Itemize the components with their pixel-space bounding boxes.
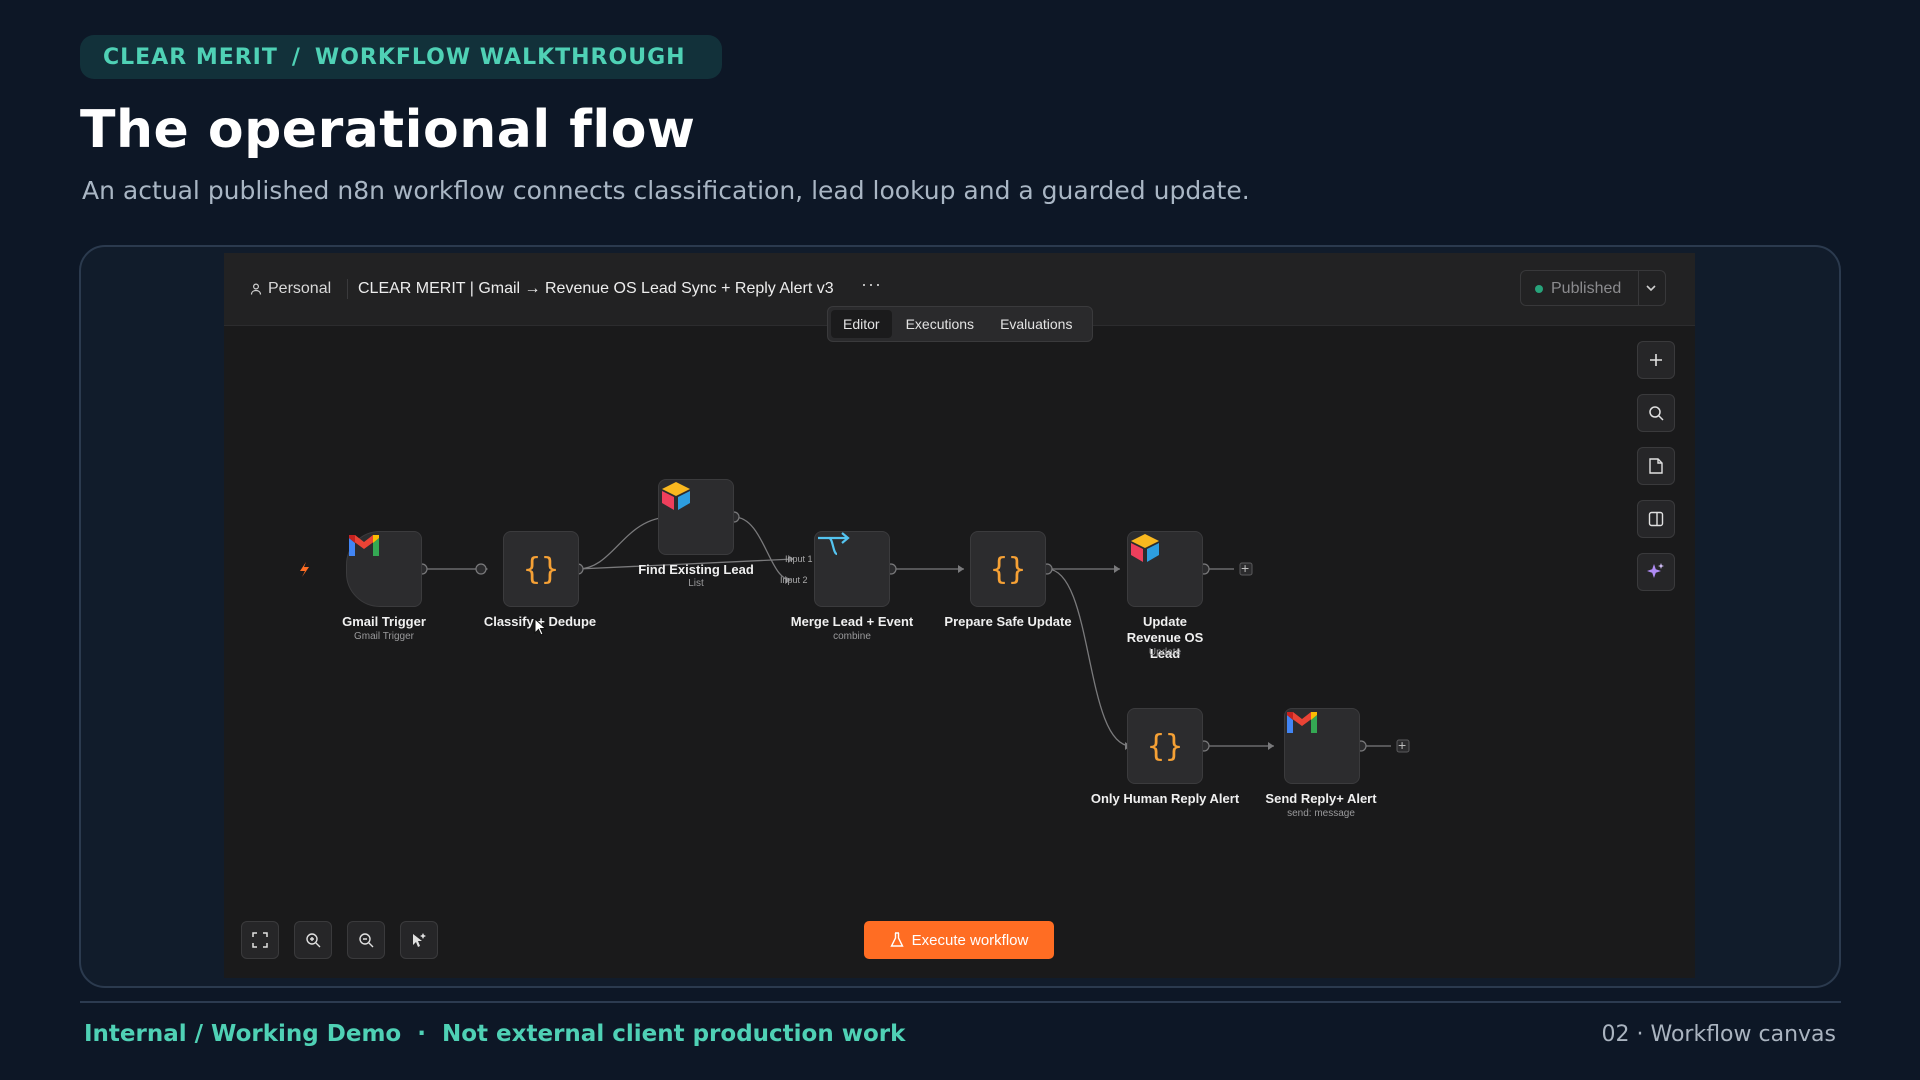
node-sublabel: send: message bbox=[1287, 808, 1355, 819]
section-label: WORKFLOW WALKTHROUGH bbox=[314, 44, 686, 70]
tidy-up-button[interactable] bbox=[400, 921, 438, 959]
search-nodes-button[interactable] bbox=[1637, 394, 1675, 432]
ai-sparkle-icon bbox=[1647, 563, 1664, 578]
footer-separator: · bbox=[417, 1021, 426, 1047]
revenue-os-cube-icon bbox=[1131, 534, 1159, 562]
ai-assistant-button[interactable] bbox=[1637, 553, 1675, 591]
footer-primary: Internal / Working Demo bbox=[84, 1021, 402, 1047]
node-sublabel: Update bbox=[1148, 647, 1182, 658]
workflow-name[interactable]: CLEAR MERIT | Gmail → Revenue OS Lead Sy… bbox=[358, 280, 834, 298]
trigger-bolt-icon bbox=[300, 562, 309, 577]
zoom-out-icon bbox=[359, 933, 374, 948]
code-braces-icon: {} bbox=[1146, 728, 1184, 764]
revenue-os-cube-icon bbox=[662, 482, 690, 510]
tidy-up-icon bbox=[413, 933, 426, 947]
n8n-editor-window: Personal CLEAR MERIT | Gmail → Revenue O… bbox=[224, 253, 1695, 978]
node-merge-lead-event[interactable] bbox=[814, 531, 890, 607]
status-label: Published bbox=[1551, 280, 1622, 297]
breadcrumb-pill: CLEAR MERIT / WORKFLOW WALKTHROUGH bbox=[80, 35, 722, 79]
toggle-panel-button[interactable] bbox=[1637, 500, 1675, 538]
gmail-icon bbox=[349, 535, 379, 556]
execute-workflow-button[interactable]: Execute workflow bbox=[864, 921, 1054, 959]
add-node-button[interactable] bbox=[1637, 341, 1675, 379]
add-node-plus-icon[interactable]: + bbox=[1398, 737, 1406, 753]
footer-divider bbox=[80, 1001, 1841, 1003]
mouse-cursor-icon bbox=[534, 618, 547, 636]
footer-secondary: Not external client production work bbox=[442, 1021, 906, 1047]
plus-icon bbox=[1650, 354, 1662, 366]
chevron-down-icon[interactable] bbox=[1644, 276, 1658, 305]
publish-status-button[interactable]: Published bbox=[1520, 270, 1666, 306]
merge-input-label: Input 1 bbox=[785, 554, 813, 564]
node-send-reply-alert[interactable] bbox=[1284, 708, 1360, 784]
sticky-note-icon bbox=[1649, 458, 1663, 474]
zoom-in-icon bbox=[306, 933, 321, 948]
user-icon bbox=[250, 283, 262, 295]
connections-layer bbox=[300, 511, 1410, 753]
node-only-human-reply-alert[interactable]: {} bbox=[1127, 708, 1203, 784]
project-breadcrumb[interactable]: Personal bbox=[250, 280, 331, 298]
slide-number: 02 · Workflow canvas bbox=[1601, 1022, 1836, 1047]
node-sublabel: combine bbox=[833, 631, 871, 642]
node-label: Prepare Safe Update bbox=[944, 614, 1072, 629]
node-gmail-trigger[interactable] bbox=[346, 531, 422, 607]
node-sublabel: List bbox=[688, 578, 704, 589]
node-label: Find Existing Lead bbox=[638, 562, 754, 577]
add-node-plus-icon[interactable]: + bbox=[1241, 560, 1249, 576]
node-sublabel: Gmail Trigger bbox=[353, 631, 414, 642]
flask-icon bbox=[890, 932, 904, 947]
page-title: The operational flow bbox=[80, 100, 696, 160]
workflow-canvas[interactable]: + + Gmail Trigger Gmail Trigger {} Class… bbox=[224, 326, 1695, 978]
node-label: Send Reply+ Alert bbox=[1265, 791, 1377, 806]
panel-icon bbox=[1648, 511, 1664, 527]
node-find-existing-lead[interactable] bbox=[658, 479, 734, 555]
merge-icon bbox=[818, 532, 850, 556]
footer-disclaimer: Internal / Working Demo · Not external cli… bbox=[84, 1021, 905, 1047]
search-icon bbox=[1649, 406, 1664, 421]
more-options-icon[interactable]: ··· bbox=[861, 274, 882, 295]
zoom-out-button[interactable] bbox=[347, 921, 385, 959]
project-name: Personal bbox=[268, 280, 332, 297]
zoom-in-button[interactable] bbox=[294, 921, 332, 959]
status-divider bbox=[1638, 271, 1639, 305]
code-braces-icon: {} bbox=[989, 551, 1027, 587]
status-dot bbox=[1535, 285, 1543, 293]
node-classify-dedupe[interactable]: {} bbox=[503, 531, 579, 607]
brand-label: CLEAR MERIT bbox=[103, 44, 278, 70]
code-braces-icon: {} bbox=[522, 551, 560, 587]
fit-view-icon bbox=[252, 932, 268, 948]
fit-view-button[interactable] bbox=[241, 921, 279, 959]
topbar-divider bbox=[347, 279, 348, 299]
node-update-revenue-os-lead[interactable] bbox=[1127, 531, 1203, 607]
page-subtitle: An actual published n8n workflow connect… bbox=[82, 176, 1250, 205]
breadcrumb-separator: / bbox=[291, 44, 301, 70]
node-prepare-safe-update[interactable]: {} bbox=[970, 531, 1046, 607]
merge-input-label: Input 2 bbox=[780, 575, 808, 585]
execute-workflow-label: Execute workflow bbox=[911, 931, 1029, 949]
add-sticky-note-button[interactable] bbox=[1637, 447, 1675, 485]
gmail-icon bbox=[1287, 712, 1317, 733]
